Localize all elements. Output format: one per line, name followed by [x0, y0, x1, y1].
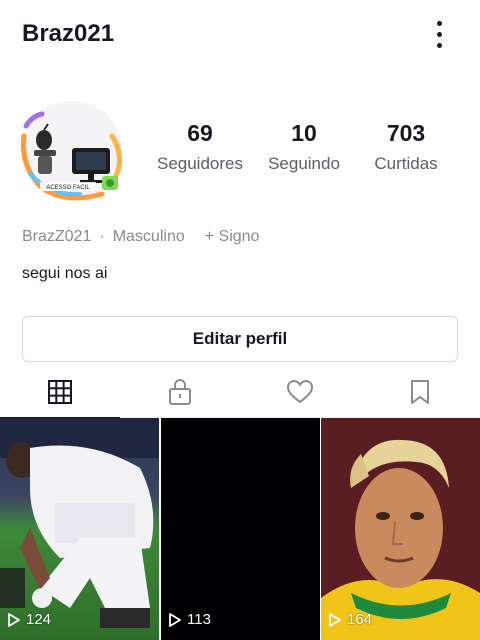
video-thumbnail[interactable]: 164 [321, 418, 480, 640]
following-label: Seguindo [268, 154, 340, 173]
top-bar: Braz021 [0, 0, 480, 70]
stat-following[interactable]: 10 Seguindo [254, 118, 354, 174]
view-count: 164 [327, 611, 372, 628]
play-icon [169, 612, 181, 627]
stat-followers[interactable]: 69 Seguidores [150, 118, 250, 174]
more-dot-icon [436, 42, 442, 48]
more-dot-icon [436, 31, 442, 37]
avatar-image: ACESSO FACIL [20, 101, 122, 201]
profile-username: Braz021 [22, 20, 115, 47]
grid-icon [48, 380, 72, 404]
lock-icon [169, 379, 191, 405]
profile-gender: Masculino [112, 228, 185, 245]
likes-count: 703 [386, 120, 426, 146]
view-count-value: 113 [187, 611, 211, 628]
video-thumbnail-image [0, 418, 159, 640]
profile-handle: BrazZ021 [22, 228, 92, 245]
edit-profile-button[interactable]: Editar perfil [22, 316, 458, 362]
video-thumbnail[interactable]: 124 [0, 418, 159, 640]
play-icon [8, 612, 20, 627]
heart-icon [286, 379, 314, 404]
profile-bio: segui nos ai [22, 265, 108, 282]
bookmark-icon [411, 380, 429, 404]
stat-likes[interactable]: 703 Curtidas [356, 118, 456, 174]
video-thumbnail-image [321, 418, 480, 640]
tab-saved[interactable] [360, 366, 480, 418]
following-count: 10 [291, 120, 317, 146]
play-icon [329, 612, 341, 627]
avatar[interactable]: ACESSO FACIL [12, 96, 130, 202]
view-count: 124 [6, 611, 51, 628]
likes-label: Curtidas [374, 154, 438, 173]
tab-liked[interactable] [240, 366, 360, 418]
add-sign-link[interactable]: + Signo [205, 228, 260, 246]
more-dot-icon [436, 20, 442, 26]
profile-tabs [0, 366, 480, 419]
followers-count: 69 [187, 120, 213, 146]
view-count-value: 164 [347, 611, 373, 628]
tab-private[interactable] [120, 366, 240, 418]
view-count-value: 124 [26, 611, 52, 628]
tab-videos[interactable] [0, 366, 120, 419]
meta-separator: · [99, 228, 105, 245]
followers-label: Seguidores [156, 154, 243, 173]
avatar-logo-text: ACESSO FACIL [46, 185, 90, 191]
video-thumbnail[interactable]: 113 [161, 418, 320, 640]
view-count: 113 [167, 611, 211, 628]
profile-stats: 69 Seguidores 10 Seguindo 703 Curtidas [150, 118, 450, 182]
video-thumbnail-image [161, 418, 320, 640]
profile-meta: BrazZ021 · Masculino + Signo [22, 228, 259, 246]
video-grid: 124 113 164 [0, 418, 480, 640]
more-options-button[interactable] [424, 16, 454, 52]
